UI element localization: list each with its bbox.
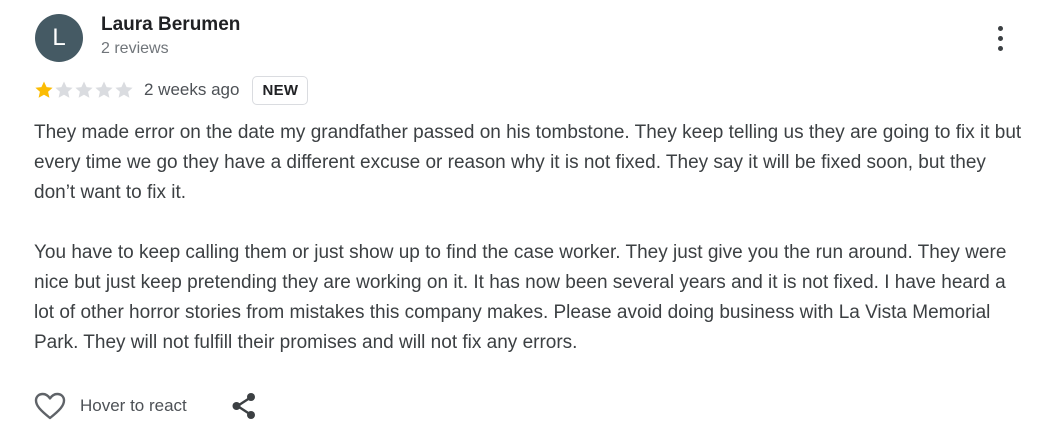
more-vert-icon-dot: [997, 35, 1003, 41]
heart-outline-icon: [34, 392, 66, 420]
more-vert-icon: [997, 25, 1003, 31]
author-name[interactable]: Laura Berumen: [101, 13, 240, 37]
rating-row: 2 weeks ago NEW: [34, 74, 309, 106]
star-filled-icon: [35, 81, 53, 98]
star-empty-icon: [95, 81, 113, 98]
review-paragraph: They made error on the date my grandfath…: [34, 122, 1022, 203]
star-empty-icon: [55, 81, 73, 98]
star-empty-icon: [115, 81, 133, 98]
star-empty-icon: [75, 81, 93, 98]
react-label: Hover to react: [80, 396, 187, 415]
avatar-initial: L: [52, 24, 66, 51]
review-text: They made error on the date my grandfath…: [34, 118, 1024, 358]
review-paragraph: You have to keep calling them or just sh…: [34, 242, 1007, 353]
share-button[interactable]: [231, 392, 257, 420]
more-vert-icon-dot: [997, 45, 1003, 51]
share-icon: [232, 393, 255, 419]
new-badge: NEW: [252, 75, 309, 105]
author-review-count[interactable]: 2 reviews: [101, 38, 169, 60]
avatar[interactable]: L: [35, 14, 83, 62]
review-time: 2 weeks ago: [144, 80, 240, 99]
react-button[interactable]: Hover to react: [34, 392, 187, 420]
more-options-button[interactable]: [984, 20, 1016, 56]
review-actions: Hover to react: [34, 390, 257, 422]
star-rating: [34, 80, 134, 100]
